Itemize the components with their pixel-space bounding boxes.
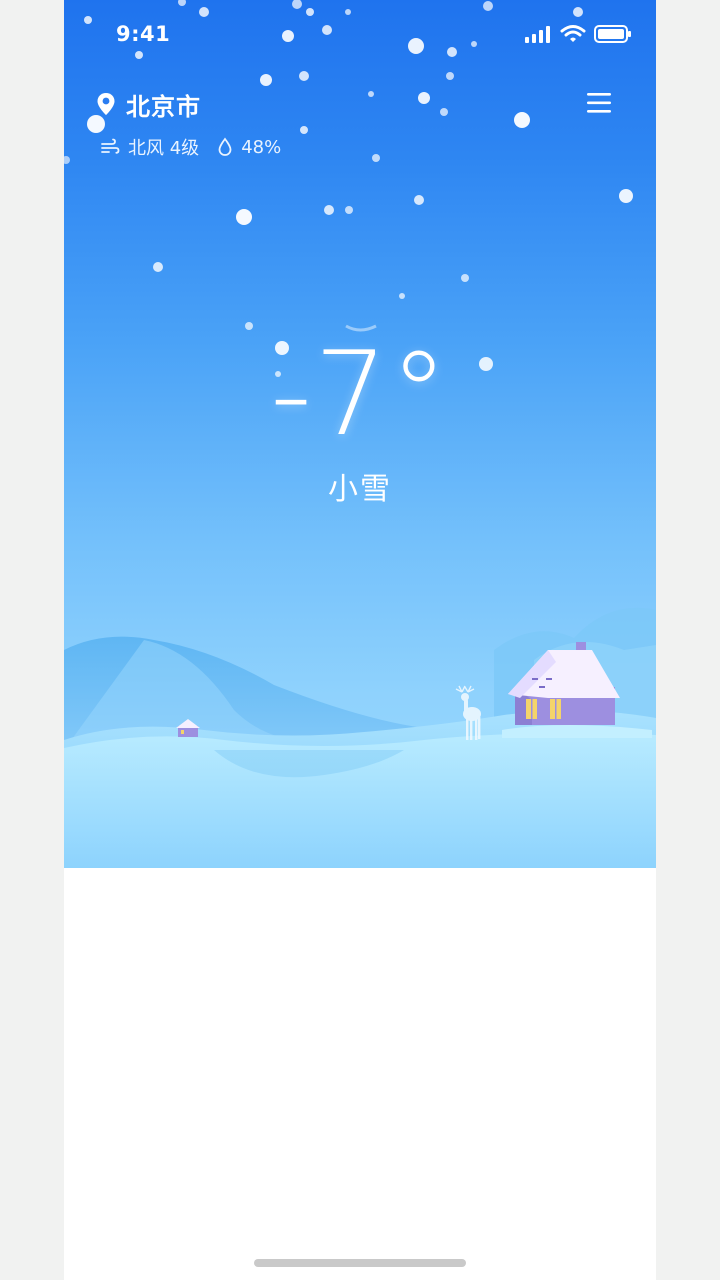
status-icons [524,24,632,44]
wifi-icon [560,25,586,42]
weather-background: 9:41 北京市 北风 4级 48% -7° 小雪 [64,0,656,868]
location-pin-icon [97,93,115,115]
humidity-text: 48% [241,136,282,158]
weather-details: 北风 4级 48% [100,134,299,160]
wind-icon [101,138,120,154]
water-drop-icon [218,137,232,156]
status-bar: 9:41 [64,0,656,74]
cellular-signal-icon [525,26,550,43]
phone-screen: 9:41 北京市 北风 4级 48% -7° 小雪 [64,0,656,1280]
home-indicator[interactable] [254,1259,466,1267]
status-time: 9:41 [116,22,171,46]
weather-condition: 小雪 [328,472,392,507]
battery-icon [594,25,631,43]
menu-icon[interactable] [584,88,614,118]
city-name[interactable]: 北京市 [126,87,201,122]
current-weather: -7° 小雪 [64,330,656,508]
location-header: 北京市 [96,84,624,124]
temperature: -7° [270,327,450,462]
wind-text: 北风 4级 [128,138,200,159]
snow-landscape-illustration [64,607,656,868]
